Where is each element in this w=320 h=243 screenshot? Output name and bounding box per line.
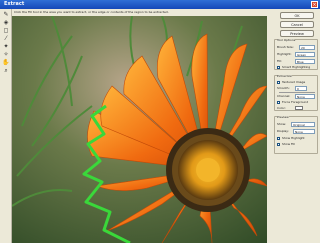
color-swatch[interactable] [295,106,303,110]
force-foreground-label: Force Foreground [282,100,309,104]
toolbox: ✎ ◈ ◻ ⁄ ✦ ✧ ✋ ⌕ [0,9,12,243]
smooth-slider[interactable] [279,92,315,93]
fill-label: Fill: [277,59,283,63]
flower-image [12,16,267,243]
channel-select[interactable]: None [295,94,315,99]
preview-title: Preview [277,115,289,119]
fill-icon[interactable]: ◈ [2,19,10,26]
fill-select[interactable]: Blue [295,59,315,64]
close-icon[interactable]: × [311,1,318,8]
show-highlight-label: Show Highlight [282,136,305,140]
edge-highlighter-icon[interactable]: ✎ [2,11,10,18]
eyedropper-icon[interactable]: ⁄ [2,35,10,42]
tool-options-title: Tool Options [277,38,296,42]
display-select[interactable]: None [293,129,315,134]
smart-highlighting-checkbox[interactable] [277,66,280,69]
ok-button[interactable]: OK [280,12,314,19]
cancel-button[interactable]: Cancel [280,21,314,28]
color-label: Color: [277,106,286,110]
show-fill-label: Show Fill [282,142,296,146]
show-highlight-checkbox[interactable] [277,137,280,140]
extraction-group: Extraction Textured Image Smooth: 0 Chan… [274,74,318,111]
hand-icon[interactable]: ✋ [2,59,10,66]
brush-size-field[interactable]: 20 [299,45,315,50]
preview-group: Preview Show: Original Display: None Sho… [274,115,318,154]
image-canvas[interactable] [12,16,267,243]
display-label: Display: [277,129,289,133]
options-panel: OK Cancel Preview Tool Options Brush Siz… [270,9,320,243]
extract-dialog: Extract × Click the Fill tool in the are… [0,0,320,243]
show-select[interactable]: Original [291,122,315,127]
textured-image-label: Textured Image [282,80,306,84]
eraser-icon[interactable]: ◻ [2,27,10,34]
show-label: Show: [277,122,286,126]
title-bar: Extract × [0,0,320,9]
highlight-label: Highlight: [277,52,292,56]
smooth-field[interactable]: 0 [295,86,307,91]
channel-label: Channel: [277,94,291,98]
textured-image-checkbox[interactable] [277,81,280,84]
brush-size-label: Brush Size: [277,45,294,49]
highlight-select[interactable]: Green [295,52,315,57]
cleanup-icon[interactable]: ✦ [2,43,10,50]
show-fill-checkbox[interactable] [277,143,280,146]
instructions-text: Click the Fill tool in the area you want… [14,10,169,14]
smart-highlighting-label: Smart Highlighting [282,65,311,69]
force-foreground-checkbox[interactable] [277,101,280,104]
smooth-label: Smooth: [277,86,290,90]
extraction-title: Extraction [277,74,293,78]
tool-options-group: Tool Options Brush Size: 20 Highlight: G… [274,38,318,70]
zoom-icon[interactable]: ⌕ [2,67,10,74]
preview-button[interactable]: Preview [280,30,314,37]
edge-touchup-icon[interactable]: ✧ [2,51,10,58]
window-title: Extract [4,1,25,7]
